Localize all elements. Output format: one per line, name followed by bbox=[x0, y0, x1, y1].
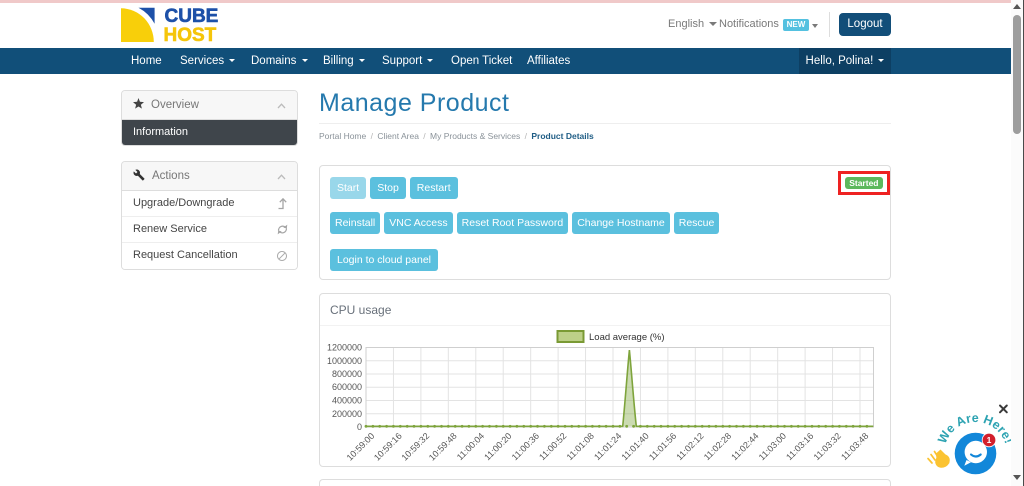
svg-text:11:02:44: 11:02:44 bbox=[729, 431, 760, 462]
svg-text:800000: 800000 bbox=[332, 369, 362, 379]
svg-text:0: 0 bbox=[357, 422, 362, 432]
svg-text:11:01:08: 11:01:08 bbox=[565, 431, 596, 462]
svg-text:11:00:04: 11:00:04 bbox=[455, 431, 486, 462]
svg-text:11:00:52: 11:00:52 bbox=[537, 431, 568, 462]
svg-text:600000: 600000 bbox=[332, 382, 362, 392]
svg-text:10:59:48: 10:59:48 bbox=[427, 431, 459, 463]
svg-text:1200000: 1200000 bbox=[327, 343, 362, 353]
svg-text:CUBE: CUBE bbox=[165, 6, 219, 27]
svg-text:11:02:12: 11:02:12 bbox=[674, 431, 705, 462]
svg-text:Load average (%): Load average (%) bbox=[589, 332, 665, 343]
svg-text:400000: 400000 bbox=[332, 396, 362, 406]
svg-text:10:59:16: 10:59:16 bbox=[372, 431, 404, 463]
svg-text:11:00:20: 11:00:20 bbox=[482, 431, 513, 462]
svg-text:1: 1 bbox=[987, 435, 992, 445]
svg-text:11:01:40: 11:01:40 bbox=[619, 431, 650, 462]
svg-text:10:59:00: 10:59:00 bbox=[345, 431, 377, 463]
svg-text:HOST: HOST bbox=[164, 25, 217, 46]
svg-text:11:02:28: 11:02:28 bbox=[702, 431, 733, 462]
svg-text:11:03:48: 11:03:48 bbox=[839, 431, 870, 462]
svg-text:11:01:24: 11:01:24 bbox=[592, 431, 623, 462]
svg-text:1000000: 1000000 bbox=[327, 356, 362, 366]
svg-text:11:00:36: 11:00:36 bbox=[510, 431, 541, 462]
svg-text:11:03:00: 11:03:00 bbox=[757, 431, 788, 462]
svg-text:11:01:56: 11:01:56 bbox=[647, 431, 678, 462]
svg-text:11:03:32: 11:03:32 bbox=[812, 431, 843, 462]
svg-text:200000: 200000 bbox=[332, 409, 362, 419]
svg-text:11:03:16: 11:03:16 bbox=[784, 431, 815, 462]
svg-text:10:59:32: 10:59:32 bbox=[399, 431, 431, 463]
